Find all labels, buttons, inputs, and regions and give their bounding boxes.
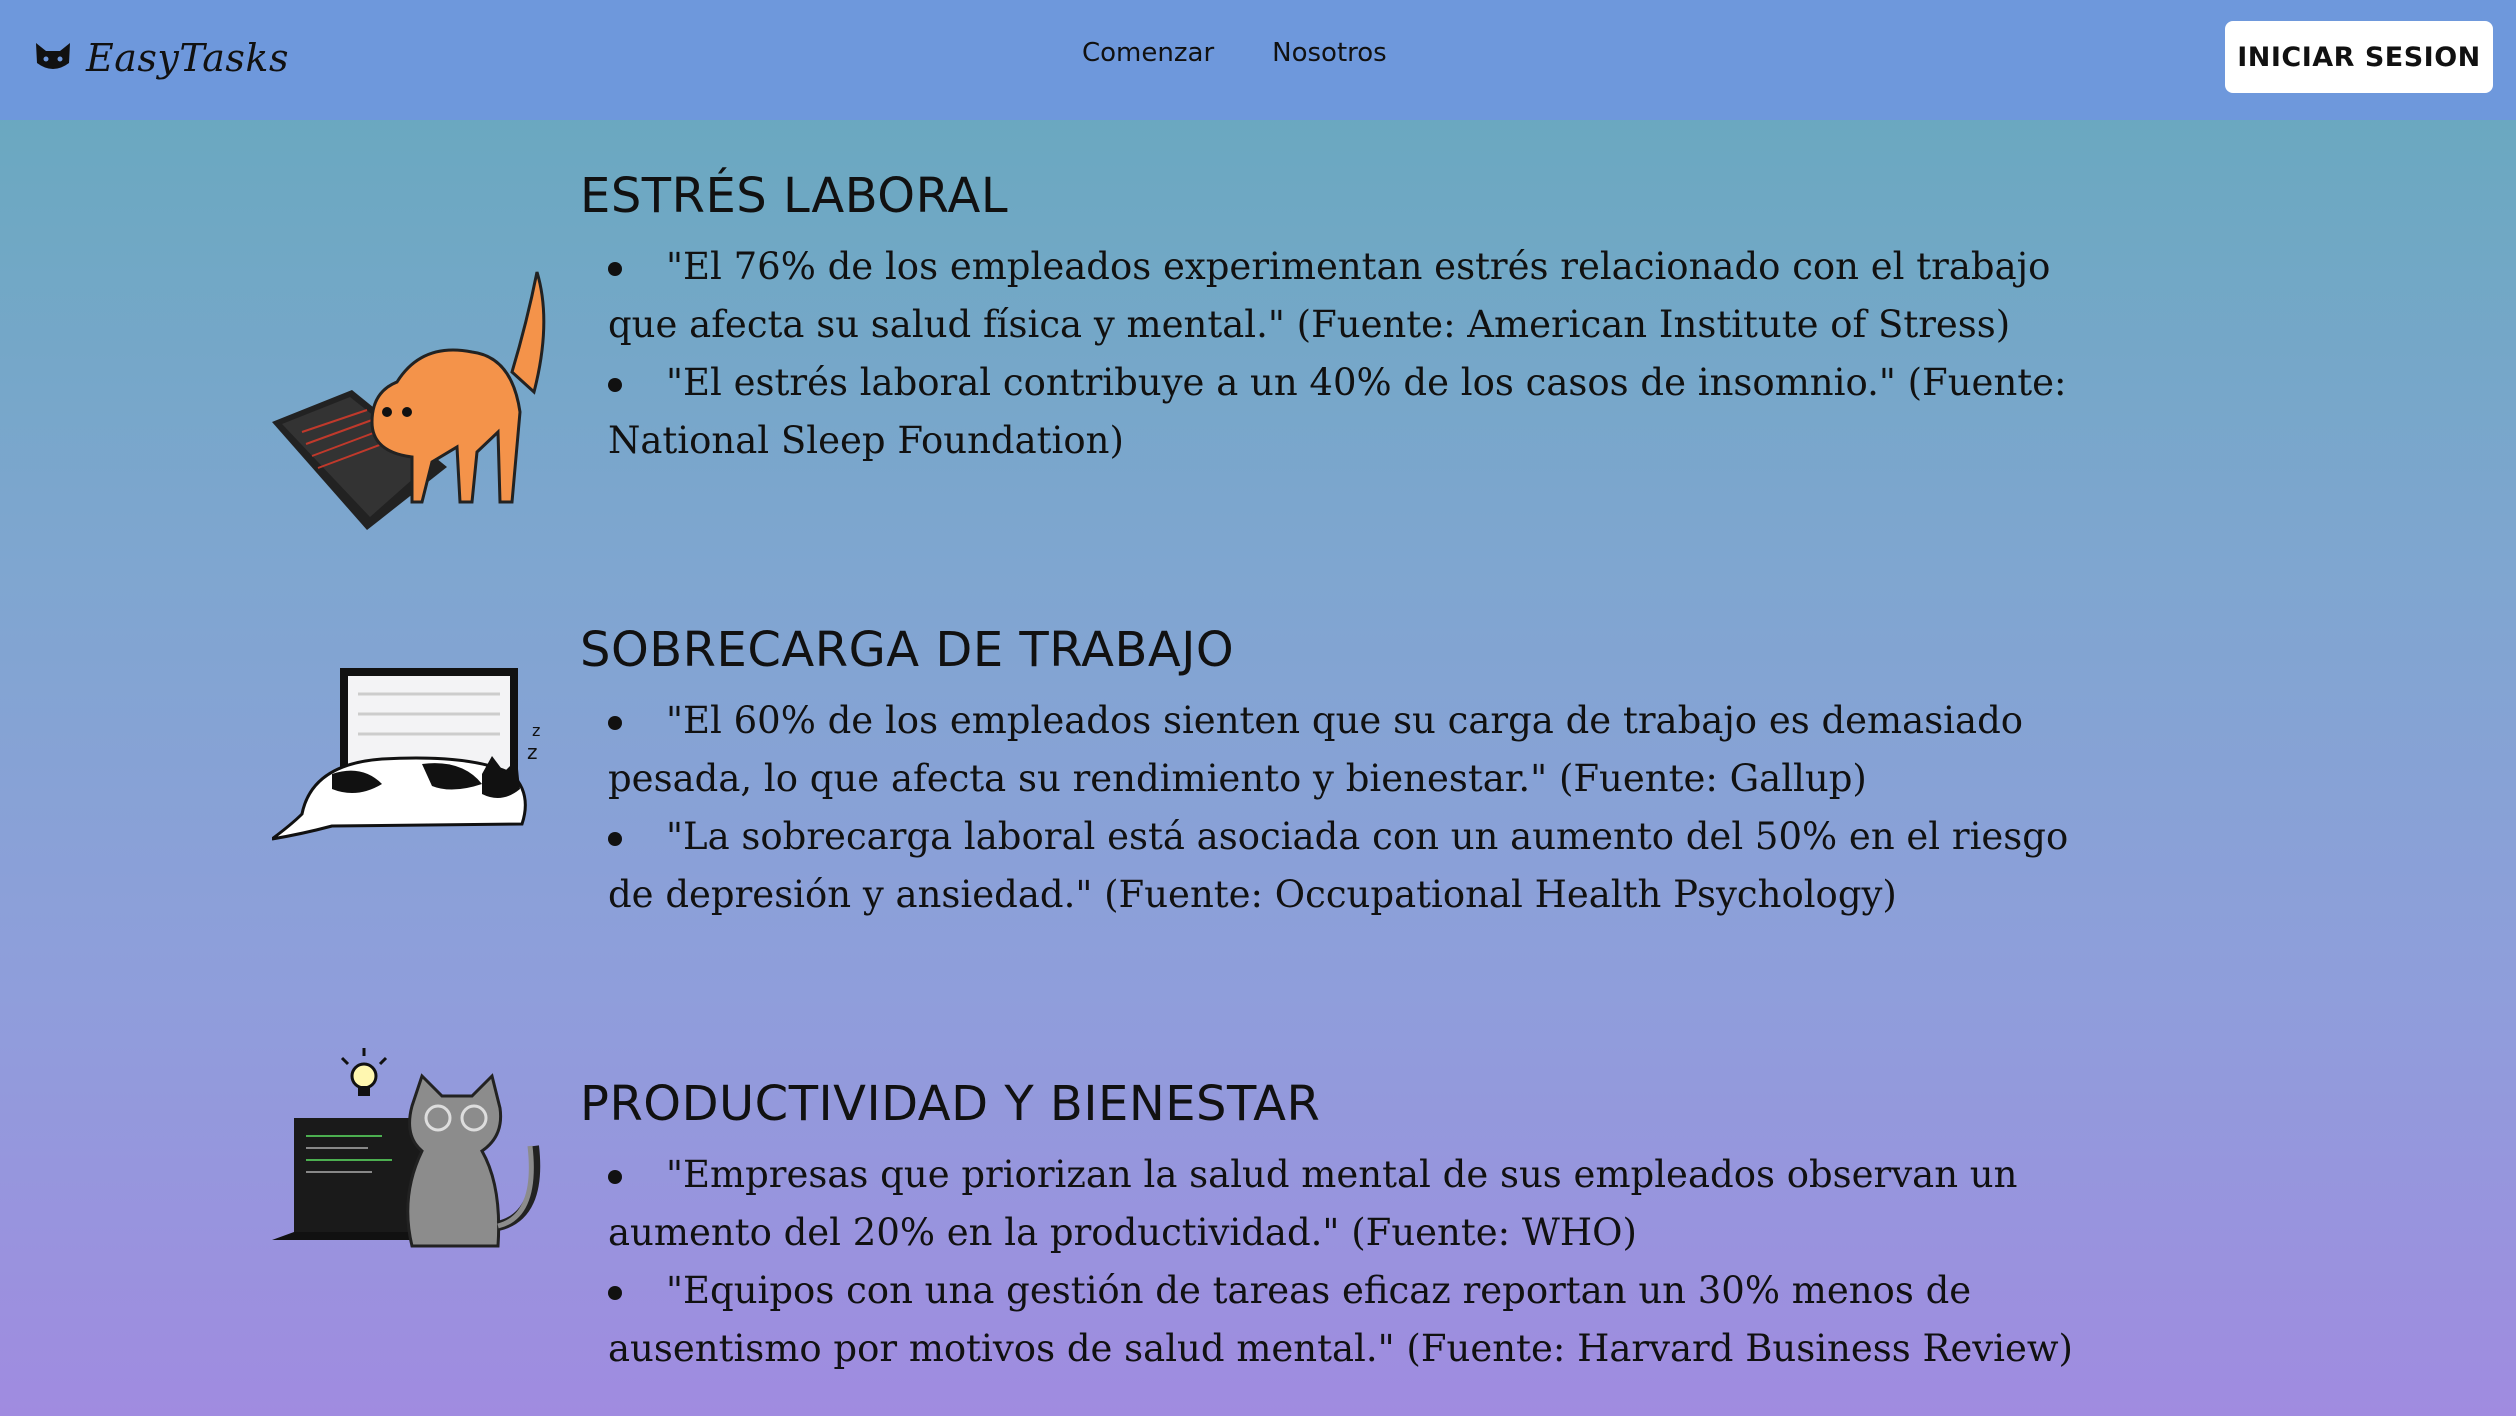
- login-button[interactable]: INICIAR SESION: [2225, 21, 2493, 93]
- section-title: ESTRÉS LABORAL: [580, 168, 1009, 224]
- bullet-list: "Empresas que priorizan la salud mental …: [608, 1146, 2078, 1378]
- nav-link-comenzar[interactable]: Comenzar: [1082, 38, 1214, 68]
- bullet-list: "El 60% de los empleados sienten que su …: [608, 692, 2078, 924]
- svg-text:z: z: [532, 721, 540, 740]
- top-navbar: EasyTasks Comenzar Nosotros INICIAR SESI…: [0, 0, 2516, 120]
- svg-text:z: z: [527, 740, 538, 764]
- section-title: SOBRECARGA DE TRABAJO: [580, 622, 1235, 678]
- list-item: "Equipos con una gestión de tareas efica…: [608, 1262, 2078, 1378]
- angry-cat-laptop-illustration: [272, 271, 546, 530]
- list-item: "El 76% de los empleados experimentan es…: [608, 238, 2078, 354]
- happy-cat-laptop-illustration: [272, 1048, 541, 1248]
- brand-logo[interactable]: EasyTasks: [34, 30, 289, 86]
- list-item: "El 60% de los empleados sienten que su …: [608, 692, 2078, 808]
- bullet-list: "El 76% de los empleados experimentan es…: [608, 238, 2078, 470]
- list-item: "Empresas que priorizan la salud mental …: [608, 1146, 2078, 1262]
- nav-link-nosotros[interactable]: Nosotros: [1272, 38, 1387, 68]
- list-item: "El estrés laboral contribuye a un 40% d…: [608, 354, 2078, 470]
- cat-face-icon: [36, 43, 70, 69]
- list-item: "La sobrecarga laboral está asociada con…: [608, 808, 2078, 924]
- sleeping-cat-laptop-illustration: z z: [272, 668, 540, 841]
- section-title: PRODUCTIVIDAD Y BIENESTAR: [580, 1076, 1321, 1132]
- brand-name: EasyTasks: [86, 36, 289, 80]
- main-nav: Comenzar Nosotros: [1082, 38, 1445, 68]
